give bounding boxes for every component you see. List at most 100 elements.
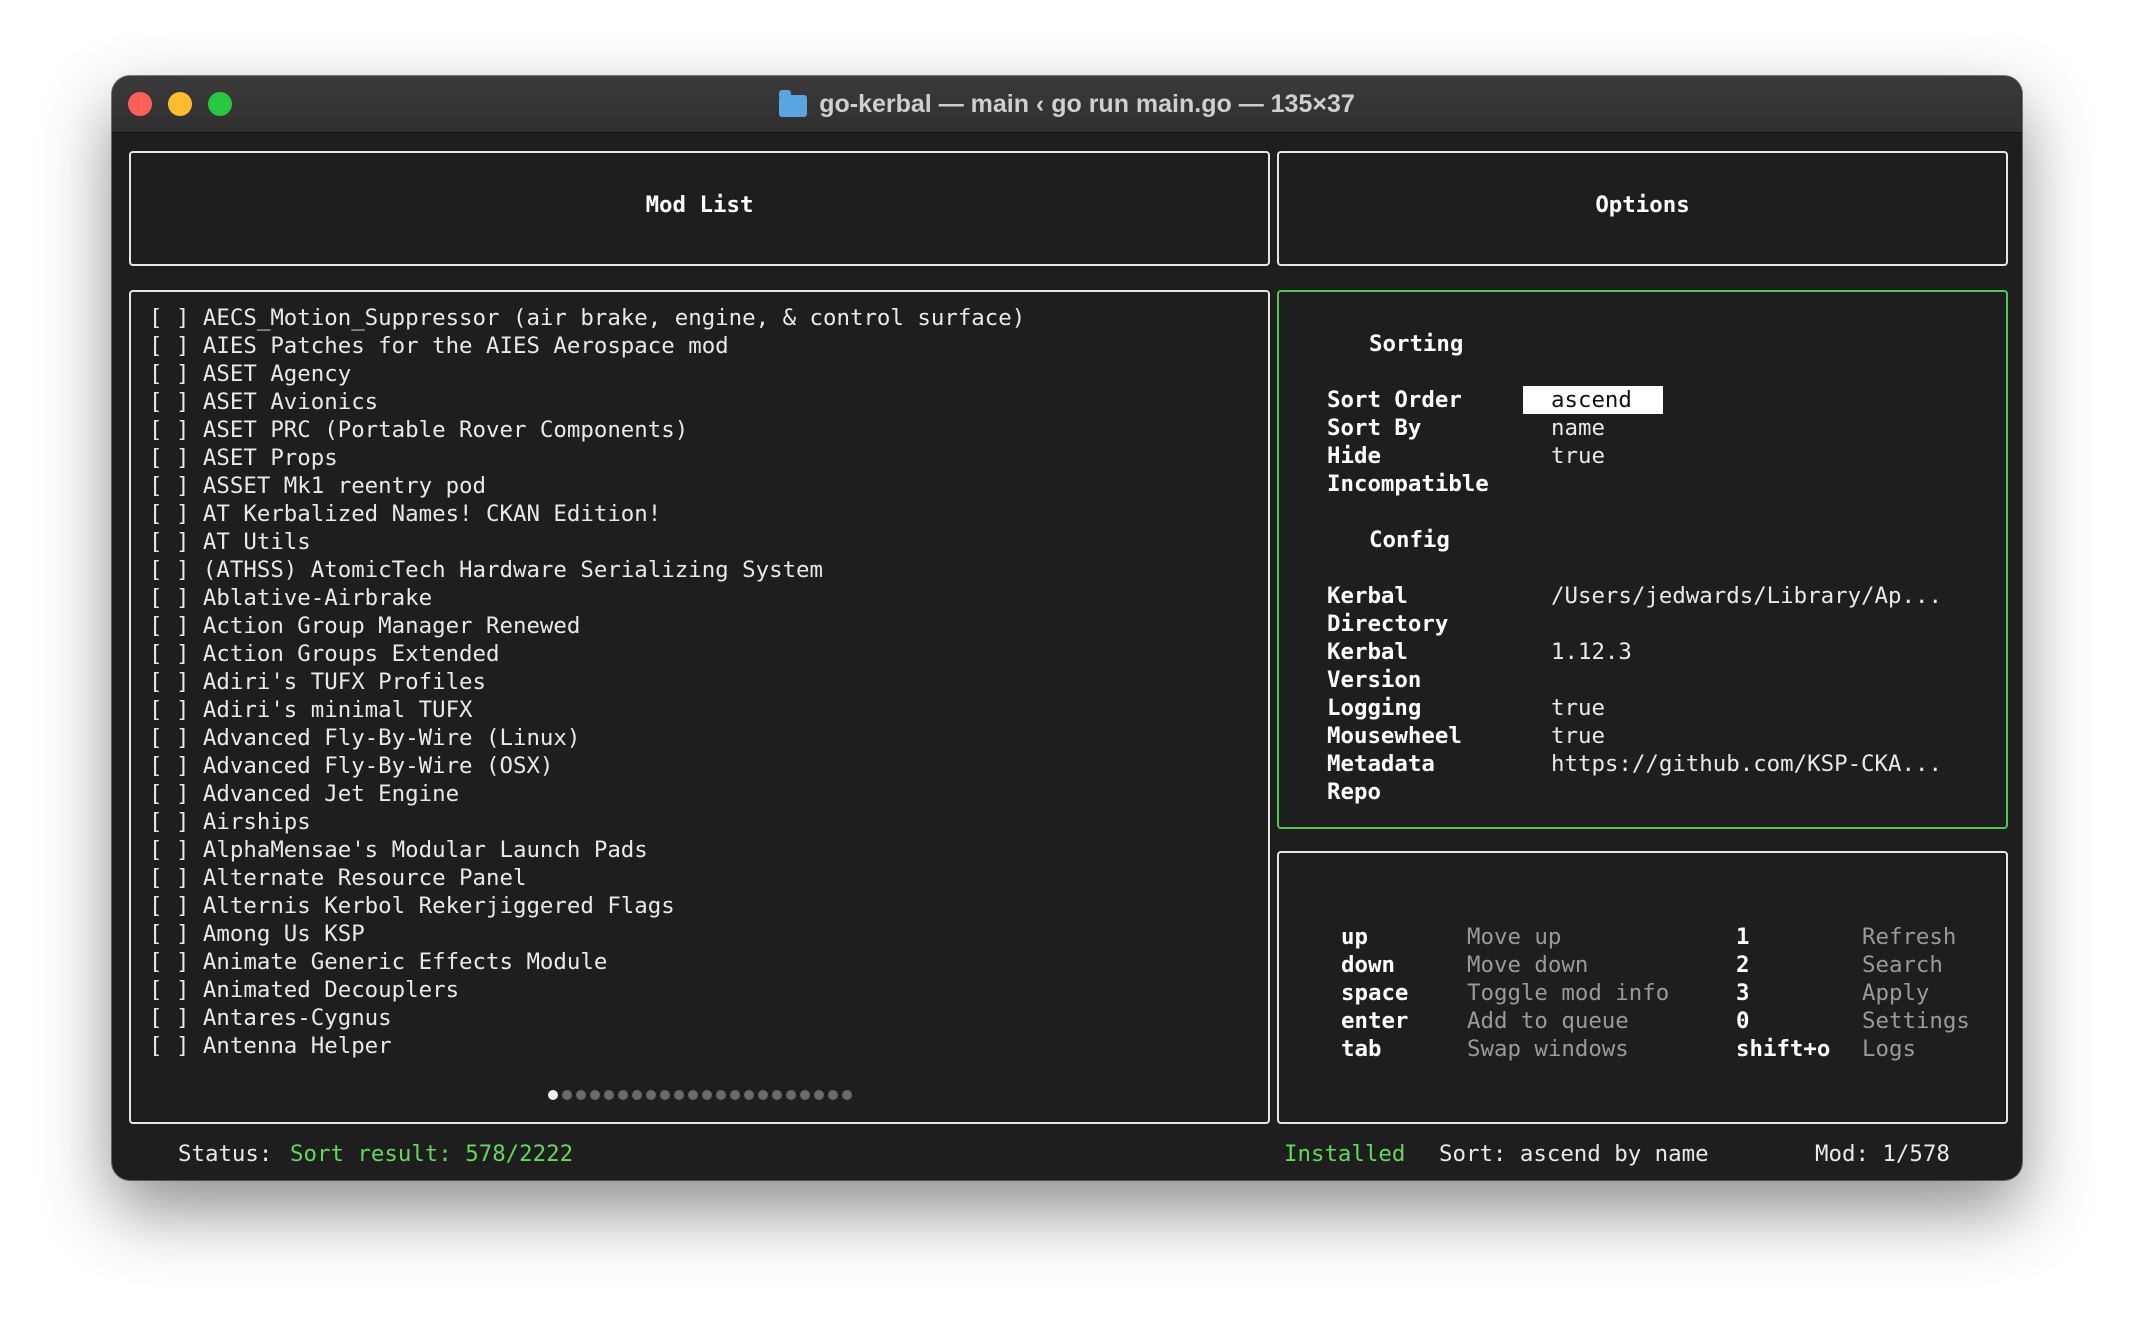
help-description: Settings <box>1862 1008 1970 1034</box>
page-dot <box>757 1090 768 1100</box>
help-panel: up Move up down Move down space Toggle mod in… <box>1277 851 2008 1124</box>
help-description: Add to queue <box>1467 1008 1629 1034</box>
mousewheel-value[interactable]: true <box>1551 722 1605 750</box>
page-dot <box>575 1090 586 1100</box>
mod-list-title: Mod List <box>645 192 754 218</box>
mod-list-item[interactable]: [ ] AlphaMensae's Modular Launch Pads <box>149 836 1025 864</box>
mod-list-item[interactable]: [ ] Alternis Kerbol Rekerjiggered Flags <box>149 892 1025 920</box>
folder-icon <box>779 90 808 117</box>
kerbal-directory-value[interactable]: /Users/jedwards/Library/Ap... <box>1551 582 1942 610</box>
help-key: 3 <box>1736 980 1750 1006</box>
mod-list-item[interactable]: [ ] ASET Props <box>149 444 1025 472</box>
page-dot <box>645 1090 656 1100</box>
help-key: enter <box>1341 1008 1409 1034</box>
sort-info: Sort: ascend by name <box>1439 1141 1709 1167</box>
window-title-group: go-kerbal — main ‹ go run main.go — 135×… <box>112 76 2022 132</box>
help-description: Refresh <box>1862 924 1957 950</box>
page-dot <box>673 1090 684 1100</box>
mod-list-item[interactable]: [ ] Alternate Resource Panel <box>149 864 1025 892</box>
page-dot <box>771 1090 782 1100</box>
page-indicator <box>131 1090 1268 1100</box>
mod-list-item[interactable]: [ ] Ablative-Airbrake <box>149 584 1025 612</box>
mod-list-item[interactable]: [ ] Action Groups Extended <box>149 640 1025 668</box>
window-title: go-kerbal — main ‹ go run main.go — 135×… <box>819 89 1355 118</box>
page-dot <box>617 1090 628 1100</box>
mod-list-header-panel: Mod List <box>129 151 1270 266</box>
mod-list-item[interactable]: [ ] Adiri's minimal TUFX <box>149 696 1025 724</box>
page-dot <box>729 1090 740 1100</box>
hide-incompatible-value[interactable]: true <box>1551 442 1605 470</box>
mod-list-item[interactable]: [ ] Adiri's TUFX Profiles <box>149 668 1025 696</box>
kerbal-version-label-cont: Version <box>1327 667 1422 693</box>
page-dot <box>841 1090 852 1100</box>
help-key: shift+o <box>1736 1036 1831 1062</box>
mod-list-item[interactable]: [ ] ASSET Mk1 reentry pod <box>149 472 1025 500</box>
metadata-repo-value[interactable]: https://github.com/KSP-CKA... <box>1551 750 1942 778</box>
mod-list-item[interactable]: [ ] Advanced Jet Engine <box>149 780 1025 808</box>
title-bar[interactable]: go-kerbal — main ‹ go run main.go — 135×… <box>112 76 2022 133</box>
page-dot <box>743 1090 754 1100</box>
mod-list-item[interactable]: [ ] AECS_Motion_Suppressor (air brake, e… <box>149 304 1025 332</box>
page-dot <box>603 1090 614 1100</box>
options-panel[interactable]: Sorting Sort Order ascend Sort By name H… <box>1277 290 2008 829</box>
page-dot-active <box>547 1090 558 1100</box>
mod-position: Mod: 1/578 <box>1815 1141 1950 1167</box>
page-dot <box>701 1090 712 1100</box>
mod-list-item[interactable]: [ ] ASET Avionics <box>149 388 1025 416</box>
page-dot <box>799 1090 810 1100</box>
page-dot <box>631 1090 642 1100</box>
config-heading: Config <box>1369 527 1450 553</box>
metadata-repo-label-cont: Repo <box>1327 779 1381 805</box>
mod-list-item[interactable]: [ ] ASET PRC (Portable Rover Components) <box>149 416 1025 444</box>
help-description: Swap windows <box>1467 1036 1629 1062</box>
mod-list-item[interactable]: [ ] Among Us KSP <box>149 920 1025 948</box>
help-key: 0 <box>1736 1008 1750 1034</box>
options-header-panel: Options <box>1277 151 2008 266</box>
page-dot <box>715 1090 726 1100</box>
mod-list-panel[interactable]: [ ] AECS_Motion_Suppressor (air brake, e… <box>129 290 1270 1124</box>
mod-list-item[interactable]: [ ] Action Group Manager Renewed <box>149 612 1025 640</box>
help-description: Apply <box>1862 980 1930 1006</box>
mod-list-item[interactable]: [ ] AT Utils <box>149 528 1025 556</box>
help-description: Search <box>1862 952 1943 978</box>
page-dot <box>589 1090 600 1100</box>
mod-list-item[interactable]: [ ] (ATHSS) AtomicTech Hardware Serializ… <box>149 556 1025 584</box>
help-key: up <box>1341 924 1368 950</box>
sort-order-value[interactable]: ascend <box>1523 386 1663 414</box>
mod-list-item[interactable]: [ ] AIES Patches for the AIES Aerospace … <box>149 332 1025 360</box>
help-key: space <box>1341 980 1409 1006</box>
mod-list[interactable]: [ ] AECS_Motion_Suppressor (air brake, e… <box>149 304 1025 1060</box>
status-label: Status: <box>178 1141 273 1167</box>
hide-incompatible-label-cont: Incompatible <box>1327 471 1489 497</box>
page-dot <box>827 1090 838 1100</box>
mod-list-item[interactable]: [ ] Advanced Fly-By-Wire (OSX) <box>149 752 1025 780</box>
mod-list-item[interactable]: [ ] Antares-Cygnus <box>149 1004 1025 1032</box>
help-key: 1 <box>1736 924 1750 950</box>
mod-list-item[interactable]: [ ] Advanced Fly-By-Wire (Linux) <box>149 724 1025 752</box>
help-description: Move down <box>1467 952 1589 978</box>
kerbal-version-value[interactable]: 1.12.3 <box>1551 638 1632 666</box>
kerbal-version-label: Kerbal <box>1327 639 1408 665</box>
mod-list-item[interactable]: [ ] Airships <box>149 808 1025 836</box>
help-key: tab <box>1341 1036 1382 1062</box>
mod-list-item[interactable]: [ ] Antenna Helper <box>149 1032 1025 1060</box>
sorting-heading: Sorting <box>1369 331 1464 357</box>
mod-list-item[interactable]: [ ] Animate Generic Effects Module <box>149 948 1025 976</box>
hide-incompatible-label: Hide <box>1327 443 1381 469</box>
mod-list-item[interactable]: [ ] Animated Decouplers <box>149 976 1025 1004</box>
sort-by-value[interactable]: name <box>1551 414 1605 442</box>
logging-value[interactable]: true <box>1551 694 1605 722</box>
metadata-repo-label: Metadata <box>1327 751 1435 777</box>
status-value: Sort result: 578/2222 <box>290 1141 574 1167</box>
mod-list-item[interactable]: [ ] ASET Agency <box>149 360 1025 388</box>
page-dot <box>813 1090 824 1100</box>
page-dot <box>659 1090 670 1100</box>
page-dot <box>785 1090 796 1100</box>
status-bar: Status: Sort result: 578/2222 Installed … <box>112 1140 2022 1170</box>
page-dot <box>687 1090 698 1100</box>
view-mode-badge: Installed <box>1284 1141 1406 1167</box>
help-key: 2 <box>1736 952 1750 978</box>
sort-by-label: Sort By <box>1327 415 1422 441</box>
mod-list-item[interactable]: [ ] AT Kerbalized Names! CKAN Edition! <box>149 500 1025 528</box>
options-title: Options <box>1595 192 1690 218</box>
